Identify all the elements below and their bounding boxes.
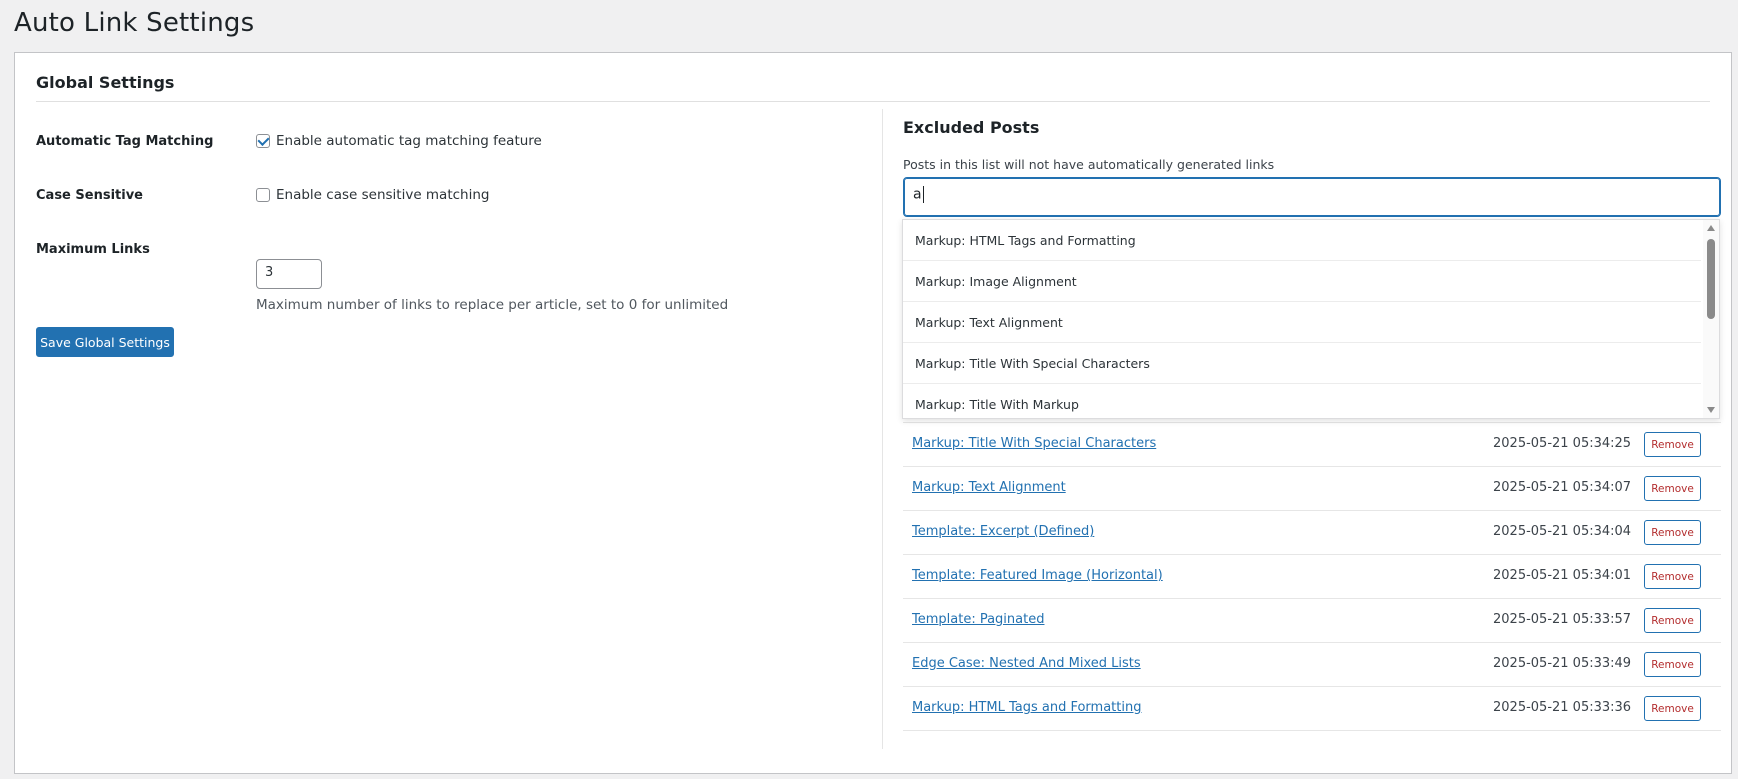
- table-row: Template: Paginated 2025-05-21 05:33:57 Re…: [903, 599, 1721, 643]
- post-title-link[interactable]: Markup: Text Alignment: [912, 480, 1066, 495]
- excluded-posts-description: Posts in this list will not have automat…: [903, 157, 1275, 172]
- table-row: Markup: HTML Tags and Formatting 2025-05-…: [903, 687, 1721, 731]
- post-date: 2025-05-21 05:33:57: [1493, 612, 1632, 627]
- excluded-posts-title: Excluded Posts: [903, 118, 1040, 137]
- automatic-tag-matching-checkbox-label: Enable automatic tag matching feature: [276, 133, 542, 149]
- post-title-link[interactable]: Markup: Title With Special Characters: [912, 436, 1156, 451]
- case-sensitive-checkbox[interactable]: [256, 188, 270, 202]
- search-suggestions-dropdown: Markup: HTML Tags and Formatting Markup: …: [902, 219, 1720, 419]
- column-divider: [882, 109, 883, 749]
- case-sensitive-checkbox-label: Enable case sensitive matching: [276, 187, 490, 203]
- automatic-tag-matching-checkbox[interactable]: [256, 134, 270, 148]
- suggestion-item[interactable]: Markup: Title With Special Characters: [903, 343, 1701, 384]
- excluded-posts-search-input[interactable]: a: [903, 177, 1721, 217]
- maximum-links-label: Maximum Links: [36, 242, 150, 257]
- scroll-up-arrow-icon[interactable]: [1707, 225, 1715, 231]
- suggestions-list: Markup: HTML Tags and Formatting Markup: …: [903, 220, 1719, 418]
- post-title-link[interactable]: Template: Featured Image (Horizontal): [912, 568, 1163, 583]
- remove-button[interactable]: Remove: [1644, 652, 1701, 677]
- post-date: 2025-05-21 05:34:25: [1493, 436, 1632, 451]
- case-sensitive-option[interactable]: Enable case sensitive matching: [256, 187, 489, 203]
- text-caret: [922, 186, 924, 203]
- post-title-link[interactable]: Edge Case: Nested And Mixed Lists: [912, 656, 1141, 671]
- table-row: Markup: Title With Special Characters 202…: [903, 423, 1721, 467]
- scroll-down-arrow-icon[interactable]: [1707, 407, 1715, 413]
- automatic-tag-matching-label: Automatic Tag Matching: [36, 134, 214, 149]
- remove-button[interactable]: Remove: [1644, 432, 1701, 457]
- post-date: 2025-05-21 05:34:04: [1493, 524, 1632, 539]
- table-row: Template: Featured Image (Horizontal) 202…: [903, 555, 1721, 599]
- table-row: Edge Case: Nested And Mixed Lists 2025-05…: [903, 643, 1721, 687]
- panel-divider: [36, 101, 1710, 102]
- post-title-link[interactable]: Template: Excerpt (Defined): [912, 524, 1094, 539]
- case-sensitive-label: Case Sensitive: [36, 188, 143, 203]
- suggestion-item[interactable]: Markup: HTML Tags and Formatting: [903, 220, 1701, 261]
- remove-button[interactable]: Remove: [1644, 476, 1701, 501]
- page-title: Auto Link Settings: [14, 8, 255, 38]
- excluded-posts-table: Markup: Image Alignment2025-05-21 05:34:…: [903, 379, 1721, 731]
- post-date: 2025-05-21 05:33:49: [1493, 656, 1632, 671]
- remove-button[interactable]: Remove: [1644, 520, 1701, 545]
- global-settings-title: Global Settings: [36, 73, 175, 92]
- suggestion-item[interactable]: Markup: Text Alignment: [903, 302, 1701, 343]
- table-row: Template: Excerpt (Defined) 2025-05-21 05…: [903, 511, 1721, 555]
- post-title-link[interactable]: Template: Paginated: [912, 612, 1044, 627]
- suggestion-item[interactable]: Markup: Title With Markup: [903, 384, 1701, 418]
- post-date: 2025-05-21 05:34:07: [1493, 480, 1632, 495]
- post-title-link[interactable]: Markup: HTML Tags and Formatting: [912, 700, 1141, 715]
- remove-button[interactable]: Remove: [1644, 696, 1701, 721]
- suggestion-item[interactable]: Markup: Image Alignment: [903, 261, 1701, 302]
- automatic-tag-matching-option[interactable]: Enable automatic tag matching feature: [256, 133, 542, 149]
- scrollbar-thumb[interactable]: [1707, 239, 1715, 319]
- maximum-links-help: Maximum number of links to replace per a…: [256, 297, 729, 313]
- save-global-settings-button[interactable]: Save Global Settings: [36, 327, 174, 357]
- post-date: 2025-05-21 05:34:01: [1493, 568, 1632, 583]
- remove-button[interactable]: Remove: [1644, 608, 1701, 633]
- search-input-value: a: [913, 186, 922, 203]
- dropdown-scrollbar[interactable]: [1703, 220, 1719, 418]
- maximum-links-input[interactable]: 3: [256, 259, 322, 289]
- remove-button[interactable]: Remove: [1644, 564, 1701, 589]
- table-row: Markup: Text Alignment 2025-05-21 05:34:0…: [903, 467, 1721, 511]
- post-date: 2025-05-21 05:33:36: [1493, 700, 1632, 715]
